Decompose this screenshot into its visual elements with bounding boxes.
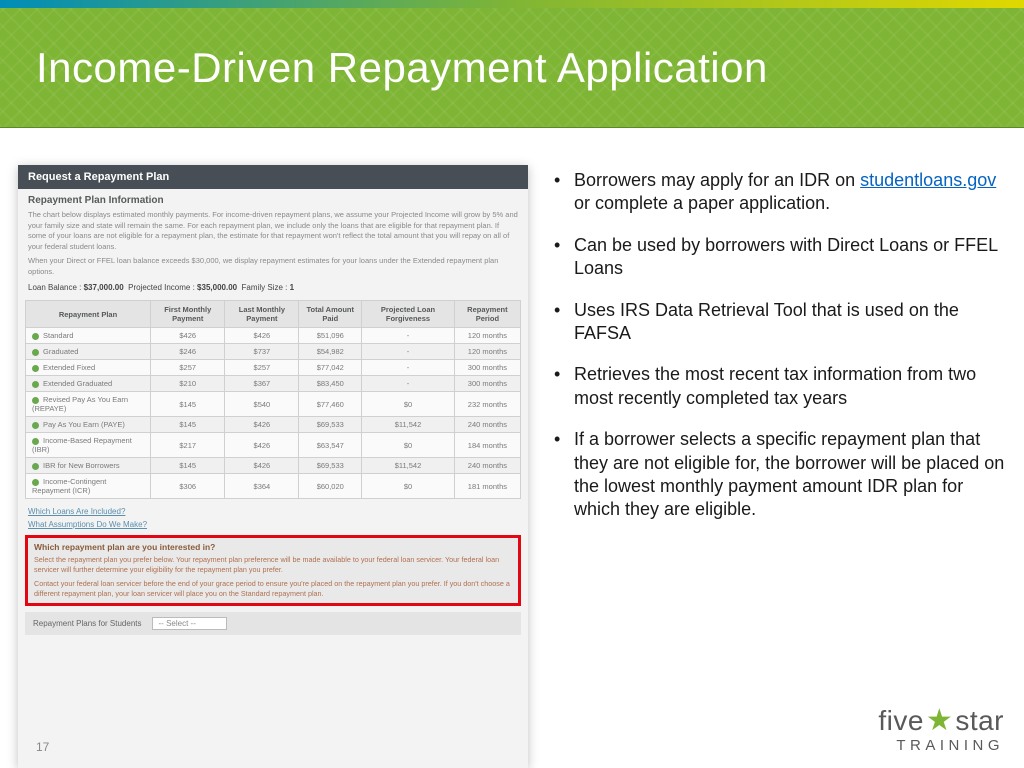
plan-dot-icon: [32, 365, 39, 372]
page-number: 17: [36, 740, 49, 754]
col-total: Total Amount Paid: [299, 301, 362, 328]
table-row: Extended Graduated$210$367$83,450-300 mo…: [26, 376, 521, 392]
panel-title: Request a Repayment Plan: [18, 165, 528, 189]
section-heading: Repayment Plan Information: [18, 189, 528, 208]
logo-word-star: star: [955, 705, 1004, 737]
col-forgive: Projected Loan Forgiveness: [362, 301, 455, 328]
gradient-accent-bar: [0, 0, 1024, 8]
bullet-item: Retrieves the most recent tax informatio…: [546, 363, 1006, 410]
income-value: $35,000.00: [197, 283, 237, 292]
five-star-training-logo: five★star TRAINING: [878, 705, 1004, 754]
content-area: Request a Repayment Plan Repayment Plan …: [0, 145, 1024, 768]
which-loans-link[interactable]: Which Loans Are Included?: [18, 505, 528, 518]
income-label: Projected Income :: [128, 283, 195, 292]
plan-select-label: Repayment Plans for Students: [33, 619, 142, 628]
studentloans-link[interactable]: studentloans.gov: [860, 170, 996, 190]
family-value: 1: [290, 283, 294, 292]
family-label: Family Size :: [242, 283, 288, 292]
table-row: IBR for New Borrowers$145$426$69,533$11,…: [26, 458, 521, 474]
table-row: Pay As You Earn (PAYE)$145$426$69,533$11…: [26, 417, 521, 433]
bullet-item: If a borrower selects a specific repayme…: [546, 428, 1006, 522]
highlighted-callout-box: Which repayment plan are you interested …: [25, 535, 521, 606]
description-paragraph-1: The chart below displays estimated month…: [18, 208, 528, 254]
plan-dot-icon: [32, 397, 39, 404]
embedded-screenshot-panel: Request a Repayment Plan Repayment Plan …: [18, 165, 528, 768]
logo-line-2: TRAINING: [878, 737, 1004, 754]
loan-info-line: Loan Balance : $37,000.00 Projected Inco…: [18, 279, 528, 298]
plan-dot-icon: [32, 438, 39, 445]
col-first: First Monthly Payment: [151, 301, 225, 328]
table-row: Income-Contingent Repayment (ICR)$306$36…: [26, 474, 521, 499]
plan-dot-icon: [32, 381, 39, 388]
plan-dot-icon: [32, 479, 39, 486]
bullet-item: Can be used by borrowers with Direct Loa…: [546, 234, 1006, 281]
table-row: Revised Pay As You Earn (REPAYE)$145$540…: [26, 392, 521, 417]
bullet-item: Borrowers may apply for an IDR on studen…: [546, 169, 1006, 216]
plan-dot-icon: [32, 422, 39, 429]
star-icon: ★: [926, 706, 953, 736]
table-row: Extended Fixed$257$257$77,042-300 months: [26, 360, 521, 376]
callout-text-2: Contact your federal loan servicer befor…: [34, 579, 512, 599]
plan-dot-icon: [32, 463, 39, 470]
table-row: Graduated$246$737$54,982-120 months: [26, 344, 521, 360]
table-row: Income-Based Repayment (IBR)$217$426$63,…: [26, 433, 521, 458]
plan-select-row: Repayment Plans for Students -- Select -…: [25, 612, 521, 635]
repayment-plans-table: Repayment Plan First Monthly Payment Las…: [25, 300, 521, 499]
table-header-row: Repayment Plan First Monthly Payment Las…: [26, 301, 521, 328]
callout-text-1: Select the repayment plan you prefer bel…: [34, 555, 512, 575]
col-last: Last Monthly Payment: [225, 301, 299, 328]
description-paragraph-2: When your Direct or FFEL loan balance ex…: [18, 254, 528, 279]
plan-dot-icon: [32, 349, 39, 356]
plan-select-dropdown[interactable]: -- Select --: [152, 617, 227, 630]
bullets-panel: Borrowers may apply for an IDR on studen…: [546, 165, 1006, 768]
balance-value: $37,000.00: [84, 283, 124, 292]
slide-header: Income-Driven Repayment Application: [0, 8, 1024, 128]
balance-label: Loan Balance :: [28, 283, 81, 292]
logo-line-1: five★star: [878, 705, 1004, 737]
col-plan: Repayment Plan: [26, 301, 151, 328]
bullet-list: Borrowers may apply for an IDR on studen…: [546, 169, 1006, 522]
logo-word-five: five: [878, 705, 924, 737]
assumptions-link[interactable]: What Assumptions Do We Make?: [18, 518, 528, 531]
plan-dot-icon: [32, 333, 39, 340]
slide-title: Income-Driven Repayment Application: [36, 44, 768, 92]
table-row: Standard$426$426$51,096-120 months: [26, 328, 521, 344]
bullet-item: Uses IRS Data Retrieval Tool that is use…: [546, 299, 1006, 346]
col-period: Repayment Period: [454, 301, 520, 328]
callout-title: Which repayment plan are you interested …: [34, 542, 512, 552]
